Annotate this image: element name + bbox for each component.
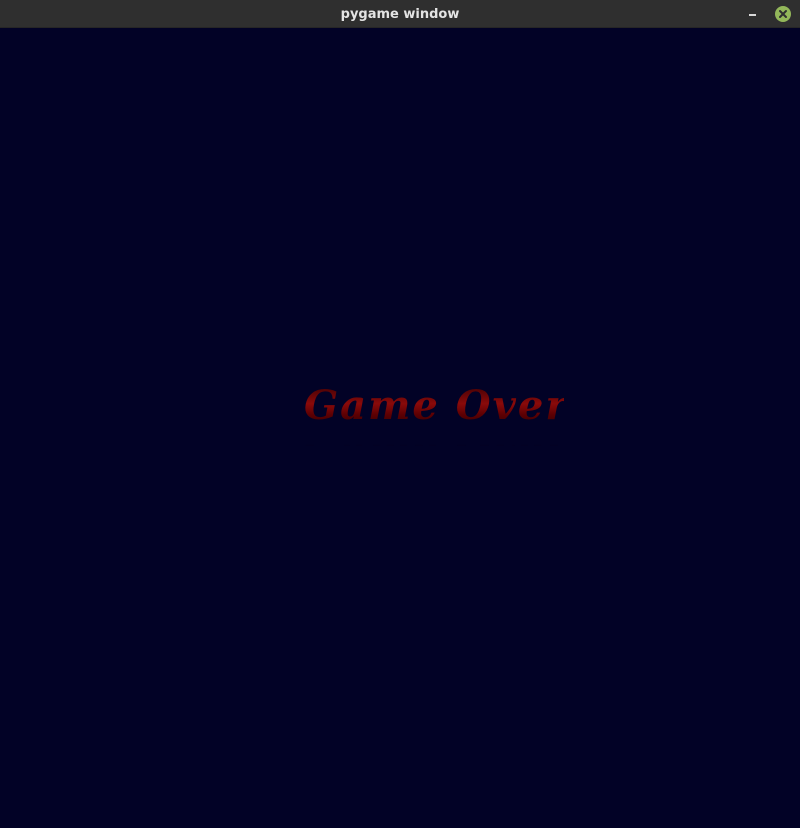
close-button[interactable] [775, 6, 791, 22]
window-title: pygame window [340, 7, 460, 22]
pygame-window: pygame window Game Over Game Over [0, 0, 800, 828]
title-bar[interactable]: pygame window [0, 0, 800, 28]
minimize-button[interactable] [743, 5, 761, 23]
game-canvas[interactable]: Game Over Game Over [0, 28, 800, 828]
close-icon [779, 10, 787, 18]
game-over-message: Game Over [304, 382, 569, 429]
